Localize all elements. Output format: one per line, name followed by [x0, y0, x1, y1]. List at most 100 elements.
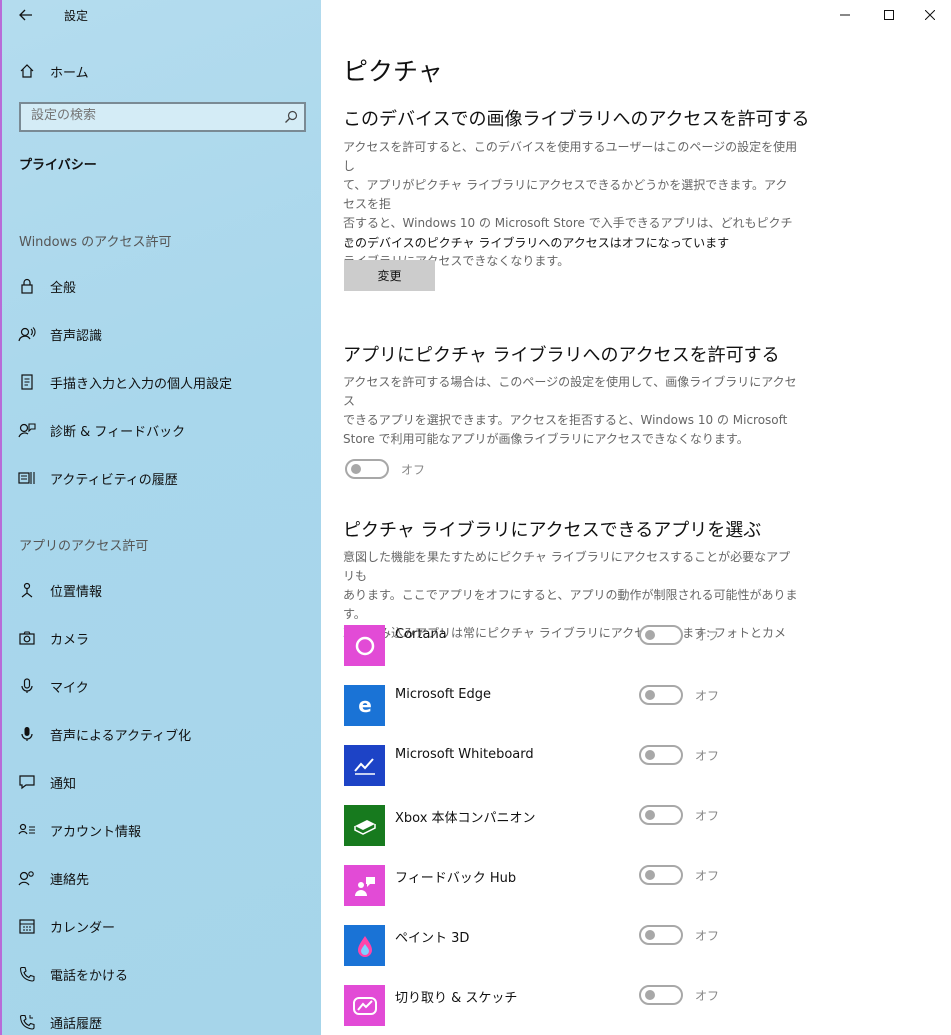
speech-icon [18, 325, 36, 343]
app-name: Cortana [395, 627, 447, 642]
app-toggle[interactable] [639, 685, 683, 705]
activity-icon [18, 469, 36, 487]
section-heading-app-access: アプリにピクチャ ライブラリへのアクセスを許可する [343, 345, 780, 366]
sidebar-item-call-history[interactable]: 通話履歴 [2, 1002, 323, 1035]
app-toggle[interactable] [639, 865, 683, 885]
snip-sketch-icon [344, 985, 385, 1026]
search-input[interactable] [31, 108, 271, 123]
window-title: 設定 [64, 9, 89, 23]
description-line: 意図した機能を果たすためにピクチャ ライブラリにアクセスすることが必要なアプリも [343, 550, 791, 583]
toggle-knob [645, 930, 655, 940]
toggle-knob [645, 750, 655, 760]
app-row-edge: e Microsoft Edge オフ [321, 685, 951, 726]
sidebar-item-notifications[interactable]: 通知 [2, 762, 323, 802]
app-name: フィードバック Hub [395, 871, 517, 886]
app-toggle-label: オフ [695, 989, 720, 1003]
account-info-icon [18, 821, 36, 839]
sidebar-item-voice-activation[interactable]: 音声によるアクティブ化 [2, 714, 323, 754]
calendar-icon [18, 917, 36, 935]
app-toggle[interactable] [639, 625, 683, 645]
phone-icon [18, 965, 36, 983]
sidebar-item-general[interactable]: 全般 [2, 266, 323, 306]
toggle-knob [645, 870, 655, 880]
app-name: Xbox 本体コンパニオン [395, 811, 536, 826]
toggle-knob [645, 690, 655, 700]
description-line: Store で利用可能なアプリが画像ライブラリにアクセスできなくなります。 [343, 432, 749, 446]
edge-icon: e [344, 685, 385, 726]
camera-icon [18, 629, 36, 647]
app-access-toggle[interactable] [345, 459, 389, 479]
section-heading-device-access: このデバイスでの画像ライブラリへのアクセスを許可する [343, 109, 810, 130]
xbox-icon [344, 805, 385, 846]
sidebar-item-diagnostics[interactable]: 診断 & フィードバック [2, 410, 323, 450]
toggle-knob [645, 810, 655, 820]
sidebar-item-calendar[interactable]: カレンダー [2, 906, 323, 946]
sidebar-item-home[interactable]: ホーム [2, 56, 323, 86]
app-toggle[interactable] [639, 805, 683, 825]
sidebar-item-label: 全般 [50, 280, 77, 296]
sidebar-item-speech[interactable]: 音声認識 [2, 314, 323, 354]
sidebar-item-activity[interactable]: アクティビティの履歴 [2, 458, 323, 498]
sidebar-item-label: 通知 [50, 776, 77, 792]
app-toggle-label: オフ [695, 629, 720, 643]
device-access-status: このデバイスのピクチャ ライブラリへのアクセスはオフになっています [343, 236, 730, 250]
description-line: あります。ここでアプリをオフにすると、アプリの動作が制限される可能性があります。 [343, 588, 798, 621]
cortana-icon [344, 625, 385, 666]
notification-icon [18, 773, 36, 791]
sidebar-item-label: アクティビティの履歴 [50, 472, 178, 488]
sidebar-item-camera[interactable]: カメラ [2, 618, 323, 658]
search-icon [285, 110, 298, 123]
app-name: 切り取り & スケッチ [395, 991, 518, 1006]
sidebar-item-label: 診断 & フィードバック [50, 424, 186, 440]
toggle-knob [645, 630, 655, 640]
sidebar-item-phone[interactable]: 電話をかける [2, 954, 323, 994]
app-toggle-label: オフ [695, 809, 720, 823]
description-line: できるアプリを選択できます。アクセスを拒否すると、Windows 10 の Mi… [343, 413, 788, 427]
sidebar-item-account-info[interactable]: アカウント情報 [2, 810, 323, 850]
feedback-icon [18, 421, 36, 439]
app-toggle[interactable] [639, 925, 683, 945]
sidebar-item-contacts[interactable]: 連絡先 [2, 858, 323, 898]
toggle-knob [645, 990, 655, 1000]
sidebar-item-inking[interactable]: 手描き入力と入力の個人用設定 [2, 362, 323, 402]
sidebar-item-label: 連絡先 [50, 872, 90, 888]
app-name: Microsoft Edge [395, 687, 492, 702]
home-icon [18, 62, 36, 80]
sidebar-item-label: 手描き入力と入力の個人用設定 [50, 376, 233, 392]
app-toggle-label: オフ [695, 749, 720, 763]
title-bar: 設定 [2, 0, 323, 30]
sidebar-item-label: 通話履歴 [50, 1016, 103, 1032]
app-row-whiteboard: Microsoft Whiteboard オフ [321, 745, 951, 786]
section-heading-choose-apps: ピクチャ ライブラリにアクセスできるアプリを選ぶ [343, 520, 762, 541]
app-row-cortana: Cortana オフ [321, 625, 951, 666]
search-box[interactable] [19, 102, 306, 132]
description-line: て、アプリがピクチャ ライブラリにアクセスできるかどうかを選択できます。アクセス… [343, 178, 788, 211]
app-toggle-label: オフ [695, 869, 720, 883]
sidebar-item-label: ホーム [50, 65, 89, 81]
sidebar-item-location[interactable]: 位置情報 [2, 570, 323, 610]
contacts-icon [18, 869, 36, 887]
sidebar: 設定 ホーム プライバシー Windows のアクセス許可 全般 音声認識 手描… [0, 0, 321, 1035]
device-access-description: アクセスを許可すると、このデバイスを使用するユーザーはこのページの設定を使用し … [343, 138, 798, 271]
app-toggle[interactable] [639, 985, 683, 1005]
app-toggle[interactable] [639, 745, 683, 765]
sidebar-item-label: 音声認識 [50, 328, 103, 344]
change-button[interactable]: 変更 [344, 260, 435, 291]
sidebar-item-label: 電話をかける [50, 968, 129, 984]
back-button[interactable] [14, 4, 38, 26]
sidebar-item-label: カレンダー [50, 920, 116, 936]
toggle-knob [351, 464, 361, 474]
app-access-description: アクセスを許可する場合は、このページの設定を使用して、画像ライブラリにアクセス … [343, 373, 798, 449]
privacy-heading: プライバシー [19, 158, 97, 173]
sidebar-item-microphone[interactable]: マイク [2, 666, 323, 706]
description-line: アクセスを許可すると、このデバイスを使用するユーザーはこのページの設定を使用し [343, 140, 798, 173]
app-access-toggle-label: オフ [401, 463, 426, 477]
app-row-snip-sketch: 切り取り & スケッチ オフ [321, 985, 951, 1026]
sidebar-item-label: カメラ [50, 632, 90, 648]
main-content: ピクチャ このデバイスでの画像ライブラリへのアクセスを許可する アクセスを許可す… [321, 0, 951, 1035]
sidebar-item-label: 音声によるアクティブ化 [50, 728, 192, 744]
lock-icon [18, 277, 36, 295]
whiteboard-icon [344, 745, 385, 786]
inking-icon [18, 373, 36, 391]
app-row-paint3d: ペイント 3D オフ [321, 925, 951, 966]
